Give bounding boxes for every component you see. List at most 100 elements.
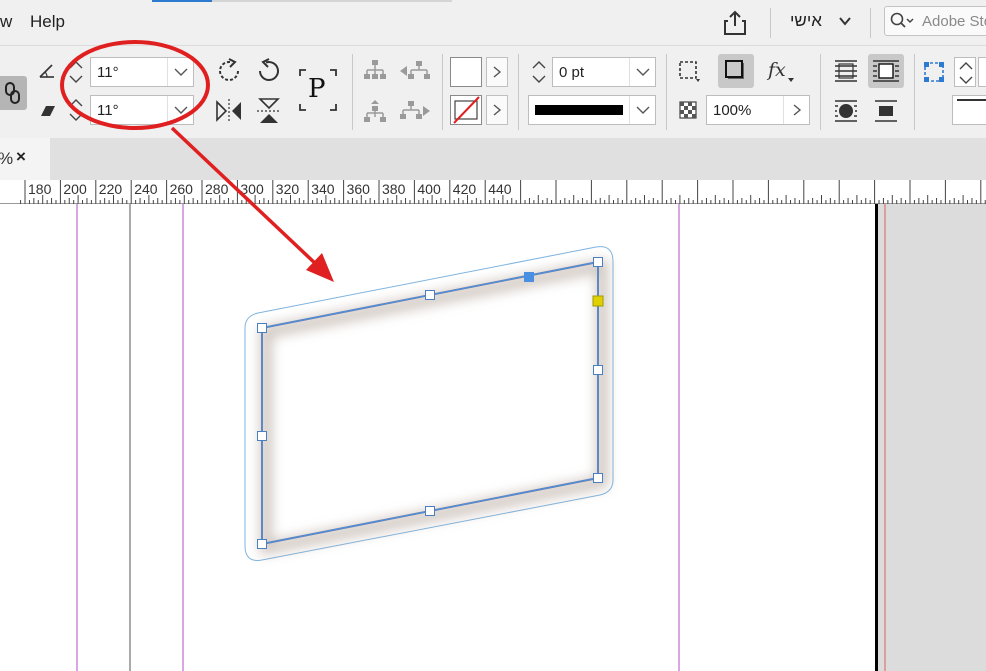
rotation-angle-icon	[38, 101, 58, 126]
wrap-around-bounding-box-button[interactable]	[868, 54, 904, 88]
stroke-swatch-none[interactable]	[450, 95, 482, 125]
separator	[442, 54, 443, 130]
shear-angle-stepper[interactable]	[65, 57, 87, 87]
column-count-field[interactable]	[978, 57, 986, 87]
document-canvas[interactable]	[0, 204, 986, 671]
handle-top-left[interactable]	[257, 323, 267, 333]
stroke-swatch-menu-button[interactable]	[486, 95, 508, 125]
ruler-label: 360	[346, 181, 370, 197]
chevron-down-icon[interactable]	[838, 14, 852, 28]
stroke-weight-field[interactable]: 0 pt	[552, 57, 656, 87]
document-tab-zoom: %	[0, 149, 13, 169]
active-tab-indicator	[152, 0, 212, 2]
chevron-right-icon[interactable]	[783, 96, 809, 124]
select-content-icon[interactable]	[362, 98, 388, 129]
chevron-down-icon[interactable]	[629, 96, 655, 124]
opacity-field[interactable]: 100%	[706, 95, 810, 125]
separator	[770, 8, 771, 38]
stroke-weight-stepper[interactable]	[528, 57, 550, 87]
live-corner-widget[interactable]	[592, 295, 604, 307]
stroke-style-field[interactable]	[952, 95, 986, 125]
workspace-label[interactable]: אישי	[790, 11, 822, 31]
chevron-down-icon[interactable]	[629, 58, 655, 86]
menu-bar: w Help אישי Adobe Sto	[0, 0, 986, 45]
ruler-label: 300	[240, 181, 264, 197]
handle-top-right[interactable]	[593, 257, 603, 267]
ruler-label: 440	[488, 181, 512, 197]
ruler-label: 380	[382, 181, 406, 197]
ruler-label: 220	[98, 181, 123, 197]
chevron-down-icon[interactable]	[167, 58, 193, 86]
stroke-type-selector[interactable]	[528, 95, 656, 125]
control-panel: 11° 11° P 0 pt fx 100%	[0, 45, 986, 138]
ruler-label: 180	[28, 181, 52, 197]
menu-help[interactable]: Help	[30, 12, 65, 32]
separator	[870, 8, 871, 38]
rotate-counterclockwise-icon[interactable]	[254, 56, 284, 91]
ruler-label: 200	[63, 181, 87, 197]
share-icon[interactable]	[720, 8, 750, 38]
indesign-window: w Help אישי Adobe Sto 11° 11° P 0 pt fx …	[0, 0, 986, 671]
paragraph-glyph: P	[308, 74, 326, 104]
close-icon[interactable]: ×	[16, 147, 26, 167]
handle-bottom-center[interactable]	[425, 506, 435, 516]
handle-bottom-left[interactable]	[257, 539, 267, 549]
column-count-stepper[interactable]	[954, 57, 976, 87]
menu-window[interactable]: w	[0, 12, 12, 32]
auto-fit-icon[interactable]	[922, 60, 946, 89]
page-edge	[875, 204, 878, 671]
search-icon	[889, 11, 917, 31]
svg-text:fx: fx	[766, 59, 786, 81]
jump-object-icon[interactable]	[872, 98, 900, 129]
drop-shadow	[260, 258, 608, 556]
separator	[820, 54, 821, 130]
rotate-clockwise-icon[interactable]	[214, 56, 244, 91]
document-tab[interactable]: % ×	[0, 138, 50, 180]
handle-top-center[interactable]	[425, 290, 435, 300]
content-grabber-handle[interactable]	[524, 272, 534, 282]
fill-swatch[interactable]	[450, 57, 482, 87]
stock-search-placeholder: Adobe Sto	[922, 13, 986, 30]
shear-angle-field[interactable]: 11°	[90, 57, 194, 87]
select-previous-object-icon[interactable]	[398, 58, 432, 89]
rotation-angle-value: 11°	[97, 102, 119, 119]
reference-point-p-icon[interactable]: P	[298, 68, 338, 112]
flip-horizontal-icon[interactable]	[214, 96, 244, 131]
ruler-label: 280	[205, 181, 229, 197]
flip-vertical-icon[interactable]	[254, 96, 284, 131]
document-tab-bar: % ×	[0, 138, 986, 180]
ruler-label: 320	[275, 181, 300, 197]
page-artwork	[76, 204, 886, 671]
rotation-angle-field[interactable]: 11°	[90, 95, 194, 125]
shear-angle-icon	[38, 61, 58, 86]
stroke-type-preview	[535, 105, 623, 115]
drop-shadow-button[interactable]	[718, 54, 754, 88]
select-container-icon[interactable]	[362, 58, 388, 89]
handle-middle-right[interactable]	[593, 365, 603, 375]
chevron-down-icon[interactable]	[167, 96, 193, 124]
ruler-label: 400	[417, 181, 441, 197]
ruler-label: 340	[311, 181, 335, 197]
adobe-stock-search[interactable]: Adobe Sto	[884, 6, 986, 36]
separator	[914, 54, 915, 130]
handle-bottom-right[interactable]	[593, 473, 603, 483]
separator	[352, 54, 353, 130]
select-next-object-icon[interactable]	[398, 98, 432, 129]
stroke-weight-value: 0 pt	[559, 64, 585, 81]
separator	[518, 54, 519, 130]
separator	[666, 54, 667, 130]
select-effects-icon[interactable]	[676, 58, 702, 89]
shear-angle-value: 11°	[97, 64, 119, 81]
ruler-label: 240	[134, 181, 158, 197]
tab-indicator	[212, 0, 452, 2]
no-text-wrap-icon[interactable]	[832, 58, 860, 89]
wrap-around-object-shape-icon[interactable]	[832, 98, 860, 129]
fx-effects-icon[interactable]: fx	[766, 58, 796, 89]
constrain-proportions-link-icon[interactable]	[0, 76, 27, 110]
ruler-label: 420	[452, 181, 477, 197]
handle-middle-left[interactable]	[257, 431, 267, 441]
horizontal-ruler[interactable]: 180 200 220 240 260 280 300 320 340 360 380 400 420 4…	[0, 180, 986, 204]
fill-swatch-menu-button[interactable]	[486, 57, 508, 87]
rotation-angle-stepper[interactable]	[65, 95, 87, 125]
opacity-value: 100%	[713, 102, 752, 119]
